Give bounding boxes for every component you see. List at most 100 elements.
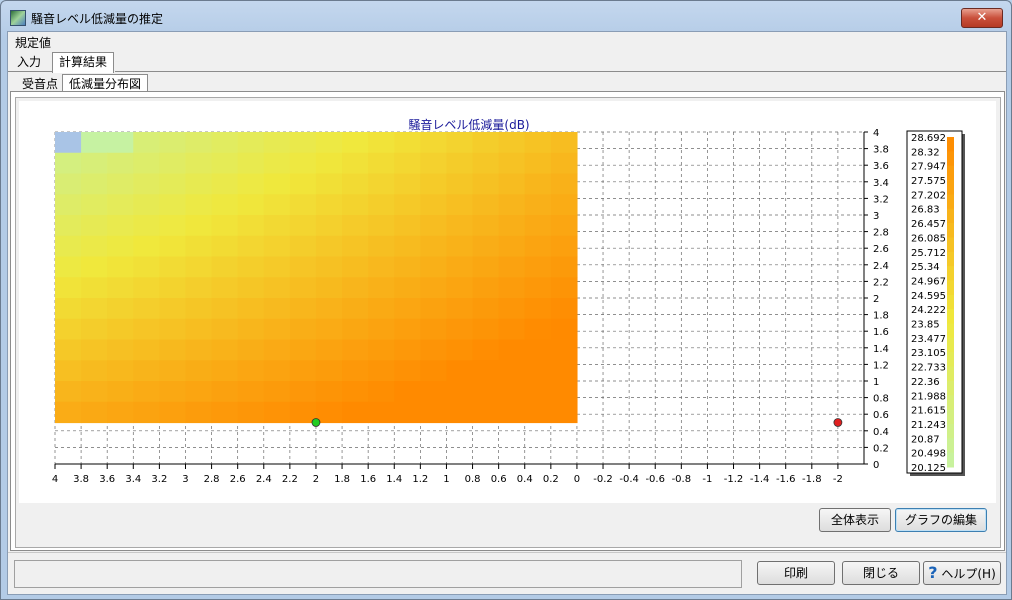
heatmap-cell [133, 381, 160, 403]
heatmap-cell [237, 152, 265, 175]
close-button[interactable]: 閉じる [842, 561, 920, 585]
heatmap-cell [524, 277, 552, 299]
tab-results[interactable]: 計算結果 [52, 52, 115, 73]
edit-graph-button[interactable]: グラフの編集 [895, 508, 987, 532]
legend-label: 27.575 [911, 176, 946, 187]
heatmap-cell [446, 339, 474, 361]
heatmap-cell [107, 173, 134, 195]
heatmap-cell [446, 360, 474, 382]
heatmap-cell [472, 194, 500, 216]
x-tick-label: 1.4 [386, 474, 402, 485]
fit-all-button[interactable]: 全体表示 [819, 508, 891, 532]
heatmap-cell [394, 235, 421, 258]
heatmap-cell [237, 381, 265, 403]
legend-color-swatch [947, 395, 954, 411]
heatmap-cell [420, 381, 448, 403]
heatmap-cell [133, 152, 160, 175]
heatmap-cell [550, 318, 578, 341]
heatmap-cell [55, 256, 82, 278]
legend-label: 25.712 [911, 248, 946, 259]
heatmap-cell [315, 339, 343, 361]
heatmap-cell [81, 235, 108, 258]
main-window: 騒音レベル低減量の推定 ✕ 規定値 入力 計算結果 受音点 低減量分布図 騒音レ… [0, 0, 1012, 600]
heatmap-cell [368, 381, 395, 403]
heatmap-cell [185, 132, 213, 154]
heatmap-cell [133, 401, 160, 424]
heatmap-cell [263, 152, 291, 175]
legend-color-swatch [947, 323, 954, 339]
legend-label: 24.967 [911, 276, 946, 287]
heatmap-cell [394, 215, 421, 237]
heatmap-cell [498, 194, 526, 216]
heatmap-cell [107, 152, 134, 175]
y-tick-label: 1.2 [873, 360, 889, 371]
close-window-button[interactable]: ✕ [961, 8, 1003, 28]
legend-color-swatch [947, 423, 954, 439]
heatmap-cell [315, 277, 343, 299]
heatmap-cell [237, 360, 265, 382]
heatmap-cell [185, 298, 213, 320]
heatmap-cell [368, 235, 395, 258]
x-tick-label: -1.4 [750, 474, 770, 485]
heatmap-cell [185, 152, 213, 175]
heatmap-cell [289, 132, 317, 154]
x-tick-label: 1.2 [412, 474, 428, 485]
x-tick-label: 0.8 [465, 474, 481, 485]
x-tick-label: 4 [52, 474, 58, 485]
heatmap-cell [263, 277, 291, 299]
legend-color-swatch [947, 165, 954, 181]
tab-input[interactable]: 入力 [10, 52, 48, 73]
heatmap-cell [185, 339, 213, 361]
heatmap-cell [55, 381, 82, 403]
heatmap-cell [289, 256, 317, 278]
app-icon [10, 10, 26, 26]
heatmap-cell [342, 152, 369, 175]
heatmap-cell [446, 401, 474, 424]
heatmap-cell [550, 381, 578, 403]
heatmap-cell [107, 235, 134, 258]
heatmap-cell [159, 318, 187, 341]
heatmap-cell [81, 194, 108, 216]
heatmap-cell [55, 277, 82, 299]
legend-label: 22.733 [911, 363, 946, 374]
heatmap-cell [472, 256, 500, 278]
heatmap-cell [342, 256, 369, 278]
title-bar[interactable]: 騒音レベル低減量の推定 ✕ [1, 1, 1011, 31]
heatmap-cell [550, 256, 578, 278]
heatmap-cell [211, 173, 239, 195]
heatmap-cell [107, 132, 134, 154]
x-tick-label: 3.8 [73, 474, 89, 485]
heatmap-cell [394, 256, 421, 278]
heatmap-cell [394, 152, 421, 175]
help-button[interactable]: ? ヘルプ(H) [923, 561, 1001, 585]
heatmap-cell [524, 194, 552, 216]
legend-label: 22.36 [911, 377, 940, 388]
legend-color-swatch [947, 266, 954, 281]
heatmap-cell [368, 360, 395, 382]
heatmap-cell [55, 194, 82, 216]
heatmap-cell [263, 235, 291, 258]
heatmap-cell [263, 401, 291, 424]
heatmap-cell [185, 173, 213, 195]
heatmap-cell [159, 173, 187, 195]
heatmap-cell [185, 381, 213, 403]
heatmap-cell [498, 215, 526, 237]
main-tab-row: 入力 計算結果 [8, 52, 1006, 73]
heatmap-cell [81, 339, 108, 361]
heatmap-cell [211, 277, 239, 299]
menu-item-defaults[interactable]: 規定値 [15, 34, 51, 51]
legend-label: 24.595 [911, 291, 946, 302]
heatmap-cell [420, 173, 448, 195]
print-button[interactable]: 印刷 [757, 561, 835, 585]
heatmap-cell [159, 256, 187, 278]
heatmap-cell [498, 401, 526, 424]
window-title: 騒音レベル低減量の推定 [31, 12, 164, 26]
y-tick-label: 0.2 [873, 443, 889, 454]
heatmap-cell [342, 381, 369, 403]
x-tick-label: 1.6 [360, 474, 376, 485]
heatmap-cell [420, 235, 448, 258]
y-tick-label: 1.4 [873, 344, 889, 355]
heatmap-cell [237, 318, 265, 341]
heatmap-cell [159, 215, 187, 237]
heatmap-cell [55, 215, 82, 237]
